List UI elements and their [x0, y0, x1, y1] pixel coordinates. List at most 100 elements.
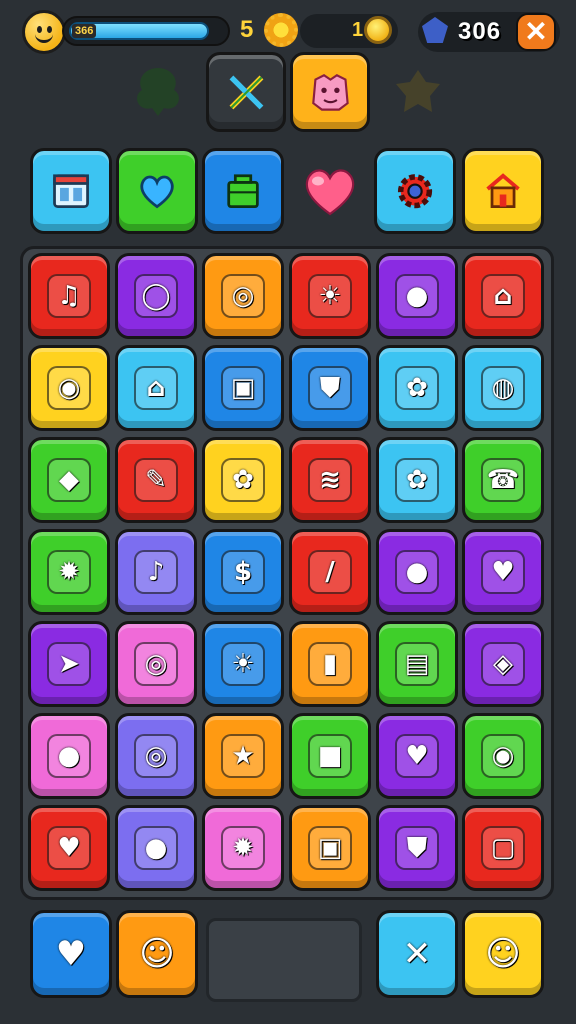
heart-icon: ♥ [55, 934, 87, 974]
flower-icon: ✿ [395, 458, 439, 502]
board-tile-fruit[interactable]: ● [28, 713, 110, 799]
shop-icon: ⌂ [481, 274, 525, 318]
speech-bubble-icon: ● [395, 274, 439, 318]
board-tile-ring[interactable]: ◯ [115, 253, 197, 339]
hud-bar: 366 5 1 306 ✕ [0, 0, 576, 60]
board-tile-map-pin[interactable]: ◆ [28, 437, 110, 523]
board-tile-box[interactable]: ■ [289, 713, 371, 799]
board-tile-battery[interactable]: ▤ [376, 621, 458, 707]
board-tile-shop[interactable]: ⌂ [462, 253, 544, 339]
board-tile-pear[interactable]: ● [115, 805, 197, 891]
close-button[interactable]: ✕ [516, 13, 556, 51]
shield-icon: ⛊ [308, 366, 352, 410]
drop-icon: ● [395, 550, 439, 594]
board-tile-heart[interactable]: ♥ [28, 805, 110, 891]
board-tile-dollar-tag[interactable]: $ [202, 529, 284, 615]
board-tile-pencil[interactable]: ✎ [115, 437, 197, 523]
board-tile-sun-face[interactable]: ☀ [202, 621, 284, 707]
board-tile-location-ring[interactable]: ◍ [462, 345, 544, 431]
board-tile-heart-drop[interactable]: ♥ [376, 713, 458, 799]
tray-tile-crossed-tools[interactable]: ✕ [376, 910, 458, 998]
sun-face-icon: ☀ [221, 642, 265, 686]
phone-curl-icon: ☎ [481, 458, 525, 502]
map-pin-icon: ◉ [481, 734, 525, 778]
board-tile-shield[interactable]: ⛊ [376, 805, 458, 891]
player-avatar-smiley-icon[interactable] [22, 10, 66, 54]
ring-icon: ◯ [134, 274, 178, 318]
arrow-tag-icon: ➤ [47, 642, 91, 686]
top-tile-window[interactable] [30, 148, 112, 234]
ring-icon: ◎ [134, 642, 178, 686]
tray-tile-smiley[interactable]: ☺ [116, 910, 198, 998]
selected-crossed-swords-tile[interactable] [206, 52, 286, 132]
gear-icon [397, 173, 433, 209]
flower-icon: ✿ [221, 458, 265, 502]
top-tile-basket[interactable] [202, 148, 284, 234]
board-tile-shield[interactable]: ⛊ [289, 345, 371, 431]
top-tile-heart[interactable] [116, 148, 198, 234]
board-tile-phone-curl[interactable]: ☎ [462, 437, 544, 523]
target-icon: ◎ [134, 734, 178, 778]
pink-heart-icon[interactable] [300, 162, 360, 218]
top-tile-house[interactable] [462, 148, 544, 234]
board-tile-camera[interactable]: ◉ [28, 345, 110, 431]
house-icon [486, 173, 520, 208]
gear-icon: ✹ [221, 826, 265, 870]
bottle-icon: ▮ [308, 642, 352, 686]
board-tile-house[interactable]: ⌂ [115, 345, 197, 431]
pink-monster-icon [311, 73, 349, 111]
board-tile-shield-heart[interactable]: ♥ [462, 529, 544, 615]
map-pin-icon: ◆ [47, 458, 91, 502]
board-tile-arrow-tag[interactable]: ➤ [28, 621, 110, 707]
leaf-shadow-icon [396, 70, 440, 112]
spring-icon: ≋ [308, 458, 352, 502]
board-tile-drop[interactable]: ● [376, 529, 458, 615]
board-tile-ticket[interactable]: ◈ [462, 621, 544, 707]
guitar-icon: ♪ [134, 550, 178, 594]
music-note-icon: ♫ [47, 274, 91, 318]
pear-icon: ● [134, 826, 178, 870]
crayon-icon: / [308, 550, 352, 594]
clover-shadow-icon [137, 68, 179, 116]
box-icon: ■ [308, 734, 352, 778]
board-tile-speech-bubble[interactable]: ● [376, 253, 458, 339]
board-tile-spring[interactable]: ≋ [289, 437, 371, 523]
board-tile-ticket[interactable]: ▣ [202, 345, 284, 431]
level-tag: 366 [72, 24, 97, 38]
empty-tray-slot[interactable] [206, 918, 362, 1002]
selected-pink-monster-tile[interactable] [290, 52, 370, 132]
shield-icon: ⛊ [395, 826, 439, 870]
board-tile-cash-register[interactable]: ▣ [289, 805, 371, 891]
board-tile-star[interactable]: ★ [202, 713, 284, 799]
board-tile-robot[interactable]: ▢ [462, 805, 544, 891]
board-tile-guitar[interactable]: ♪ [115, 529, 197, 615]
dollar-tag-icon: $ [221, 550, 265, 594]
crossed-tools-icon: ✕ [402, 934, 432, 974]
board-tile-flower[interactable]: ✿ [202, 437, 284, 523]
gem-count: 306 [458, 18, 502, 45]
window-icon [53, 174, 89, 208]
board-tile-bottle[interactable]: ▮ [289, 621, 371, 707]
board-tile-music-note[interactable]: ♫ [28, 253, 110, 339]
robot-icon: ▢ [481, 826, 525, 870]
board-tile-sun[interactable]: ☀ [289, 253, 371, 339]
heart-drop-icon: ♥ [395, 734, 439, 778]
board-tile-flower[interactable]: ✿ [376, 437, 458, 523]
board-tile-target[interactable]: ◎ [115, 713, 197, 799]
board-tile-map-pin[interactable]: ◉ [462, 713, 544, 799]
location-ring-icon: ◍ [481, 366, 525, 410]
board-tile-crayon[interactable]: / [289, 529, 371, 615]
top-tile-gear[interactable] [374, 148, 456, 234]
board-tile-sun-gear[interactable]: ✹ [28, 529, 110, 615]
board-tile-ring[interactable]: ◎ [115, 621, 197, 707]
board-tile-flower-face[interactable]: ✿ [376, 345, 458, 431]
basket-icon [227, 174, 259, 208]
sun-gear-icon: ✹ [47, 550, 91, 594]
tray-tile-heart[interactable]: ♥ [30, 910, 112, 998]
board-tile-gear[interactable]: ✹ [202, 805, 284, 891]
star-icon: ★ [221, 734, 265, 778]
ticket-icon: ◈ [481, 642, 525, 686]
cash-register-icon: ▣ [308, 826, 352, 870]
tray-tile-robot-face[interactable]: ☺ [462, 910, 544, 998]
board-tile-chat[interactable]: ◎ [202, 253, 284, 339]
